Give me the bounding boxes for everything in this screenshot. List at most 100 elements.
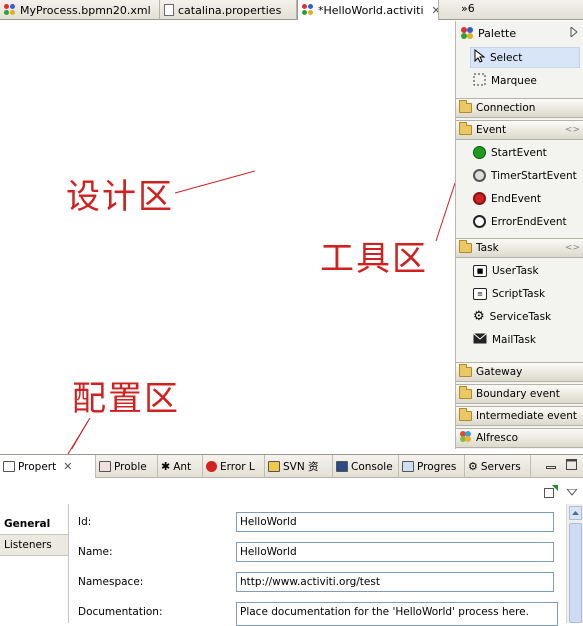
pin-view-icon[interactable] xyxy=(544,485,558,501)
marquee-icon xyxy=(473,73,486,89)
palette-item-label: StartEvent xyxy=(491,146,547,159)
properties-file-icon xyxy=(164,4,174,16)
close-icon[interactable]: ✕ xyxy=(432,4,439,17)
folder-icon xyxy=(459,408,472,421)
console-icon xyxy=(336,461,348,472)
view-tab-label: Console xyxy=(351,460,393,473)
service-task-icon: ⚙ xyxy=(473,309,485,324)
minimize-icon[interactable] xyxy=(546,460,556,473)
view-tab-bar: Propert ✕ Proble ✱ Ant Error L SVN 资 Con… xyxy=(0,454,583,478)
palette-item-errorendevent[interactable]: ErrorEndEvent xyxy=(470,211,580,232)
view-tab-console[interactable]: Console xyxy=(333,455,399,478)
namespace-label: Namespace: xyxy=(78,576,144,588)
view-tab-progress[interactable]: Progres xyxy=(399,455,465,478)
maximize-icon[interactable] xyxy=(566,459,577,473)
drawer-event[interactable]: Event <> xyxy=(456,120,583,140)
pin-drawer-icon[interactable]: <> xyxy=(565,125,580,135)
properties-toolbar xyxy=(0,478,583,504)
editor-tab-label: MyProcess.bpmn20.xml xyxy=(20,3,151,17)
problems-icon xyxy=(99,461,111,472)
drawer-label: Gateway xyxy=(476,366,523,378)
bpmn-icon xyxy=(302,4,314,16)
design-pointer-line xyxy=(174,170,256,194)
scroll-up-button[interactable] xyxy=(569,506,582,520)
drawer-gateway[interactable]: Gateway xyxy=(456,362,583,382)
palette-item-servicetask[interactable]: ⚙ ServiceTask xyxy=(470,306,580,327)
more-tabs-button[interactable]: »6 xyxy=(457,0,481,20)
namespace-field[interactable]: http://www.activiti.org/test xyxy=(236,572,554,592)
bpmn-icon xyxy=(4,4,16,16)
config-pointer-line xyxy=(71,420,89,449)
view-tab-problems[interactable]: Proble xyxy=(96,455,158,478)
palette-icon xyxy=(460,26,474,40)
palette-item-label: ServiceTask xyxy=(489,310,552,323)
view-tab-label: SVN 资 xyxy=(283,461,319,473)
documentation-field[interactable]: Place documentation for the 'HelloWorld'… xyxy=(236,602,558,626)
pin-drawer-icon[interactable]: <> xyxy=(565,243,580,253)
svn-icon xyxy=(268,461,280,472)
properties-scrollbar[interactable] xyxy=(566,504,583,623)
side-tab-listeners[interactable]: Listeners xyxy=(0,534,68,556)
servers-icon: ⚙ xyxy=(468,460,478,473)
collapse-palette-icon[interactable] xyxy=(570,25,578,40)
view-tab-error-log[interactable]: Error L xyxy=(203,455,265,478)
drawer-task[interactable]: Task <> xyxy=(456,238,583,258)
editor-tab-catalina[interactable]: catalina.properties xyxy=(160,0,297,20)
palette-item-label: EndEvent xyxy=(491,192,542,205)
ant-icon: ✱ xyxy=(161,460,171,473)
end-event-icon xyxy=(473,192,486,205)
drawer-label: Alfresco xyxy=(476,432,519,444)
properties-form: Id: HelloWorld Name: HelloWorld Namespac… xyxy=(68,504,566,626)
drawer-label: Connection xyxy=(476,102,536,114)
close-icon[interactable]: ✕ xyxy=(63,460,72,473)
side-tab-general[interactable]: General xyxy=(0,513,68,535)
view-tab-svn[interactable]: SVN 资 xyxy=(265,455,333,478)
palette-item-startevent[interactable]: StartEvent xyxy=(470,142,580,163)
id-label: Id: xyxy=(78,516,92,528)
editor-tab-myprocess[interactable]: MyProcess.bpmn20.xml xyxy=(0,0,160,20)
view-tab-label: Progres xyxy=(417,460,457,473)
palette-item-label: MailTask xyxy=(492,333,536,346)
view-menu-icon[interactable] xyxy=(565,486,579,499)
palette-item-mailtask[interactable]: MailTask xyxy=(470,329,580,350)
palette-item-timerstartevent[interactable]: TimerStartEvent xyxy=(470,165,580,186)
palette-item-scripttask[interactable]: ≡ ScriptTask xyxy=(470,283,580,304)
timer-event-icon xyxy=(473,169,486,182)
palette-item-label: ScriptTask xyxy=(492,287,546,300)
view-tab-ant[interactable]: ✱ Ant xyxy=(158,455,203,478)
folder-icon xyxy=(459,100,472,113)
editor-tab-label: *HelloWorld.activiti xyxy=(318,3,424,17)
palette-panel: Palette Select Marquee Connection Event … xyxy=(455,21,583,449)
drawer-boundary-event[interactable]: Boundary event xyxy=(456,384,583,404)
folder-open-icon xyxy=(459,122,472,135)
palette-item-usertask[interactable]: ■ UserTask xyxy=(470,260,580,281)
alfresco-icon xyxy=(459,430,472,446)
palette-tool-select[interactable]: Select xyxy=(470,47,580,68)
drawer-label: Task xyxy=(476,242,499,254)
editor-tab-label: catalina.properties xyxy=(178,3,282,17)
user-task-icon: ■ xyxy=(473,264,487,277)
properties-icon xyxy=(3,461,15,472)
id-field[interactable]: HelloWorld xyxy=(236,512,554,532)
drawer-alfresco[interactable]: Alfresco xyxy=(456,428,583,448)
palette-item-endevent[interactable]: EndEvent xyxy=(470,188,580,209)
editor-tab-helloworld[interactable]: *HelloWorld.activiti ✕ xyxy=(297,0,439,20)
arrow-cursor-icon xyxy=(474,48,486,66)
folder-icon xyxy=(459,364,472,377)
scroll-thumb[interactable] xyxy=(569,523,582,623)
palette-header[interactable]: Palette xyxy=(456,21,583,45)
palette-tool-label: Select xyxy=(490,51,523,64)
folder-icon xyxy=(459,386,472,399)
design-canvas[interactable]: 设计区 工具区 配置区 xyxy=(0,21,455,449)
drawer-connection[interactable]: Connection xyxy=(456,98,583,118)
view-tab-properties[interactable]: Propert ✕ xyxy=(0,455,96,478)
start-event-icon xyxy=(473,146,486,159)
name-field[interactable]: HelloWorld xyxy=(236,542,554,562)
drawer-intermediate-event[interactable]: Intermediate event xyxy=(456,406,583,426)
editor-tab-bar: MyProcess.bpmn20.xml catalina.properties… xyxy=(0,0,583,20)
documentation-label: Documentation: xyxy=(78,606,163,618)
drawer-label: Boundary event xyxy=(476,388,560,400)
palette-item-label: UserTask xyxy=(492,264,539,277)
view-tab-servers[interactable]: ⚙ Servers xyxy=(465,455,531,478)
palette-tool-marquee[interactable]: Marquee xyxy=(470,70,580,91)
